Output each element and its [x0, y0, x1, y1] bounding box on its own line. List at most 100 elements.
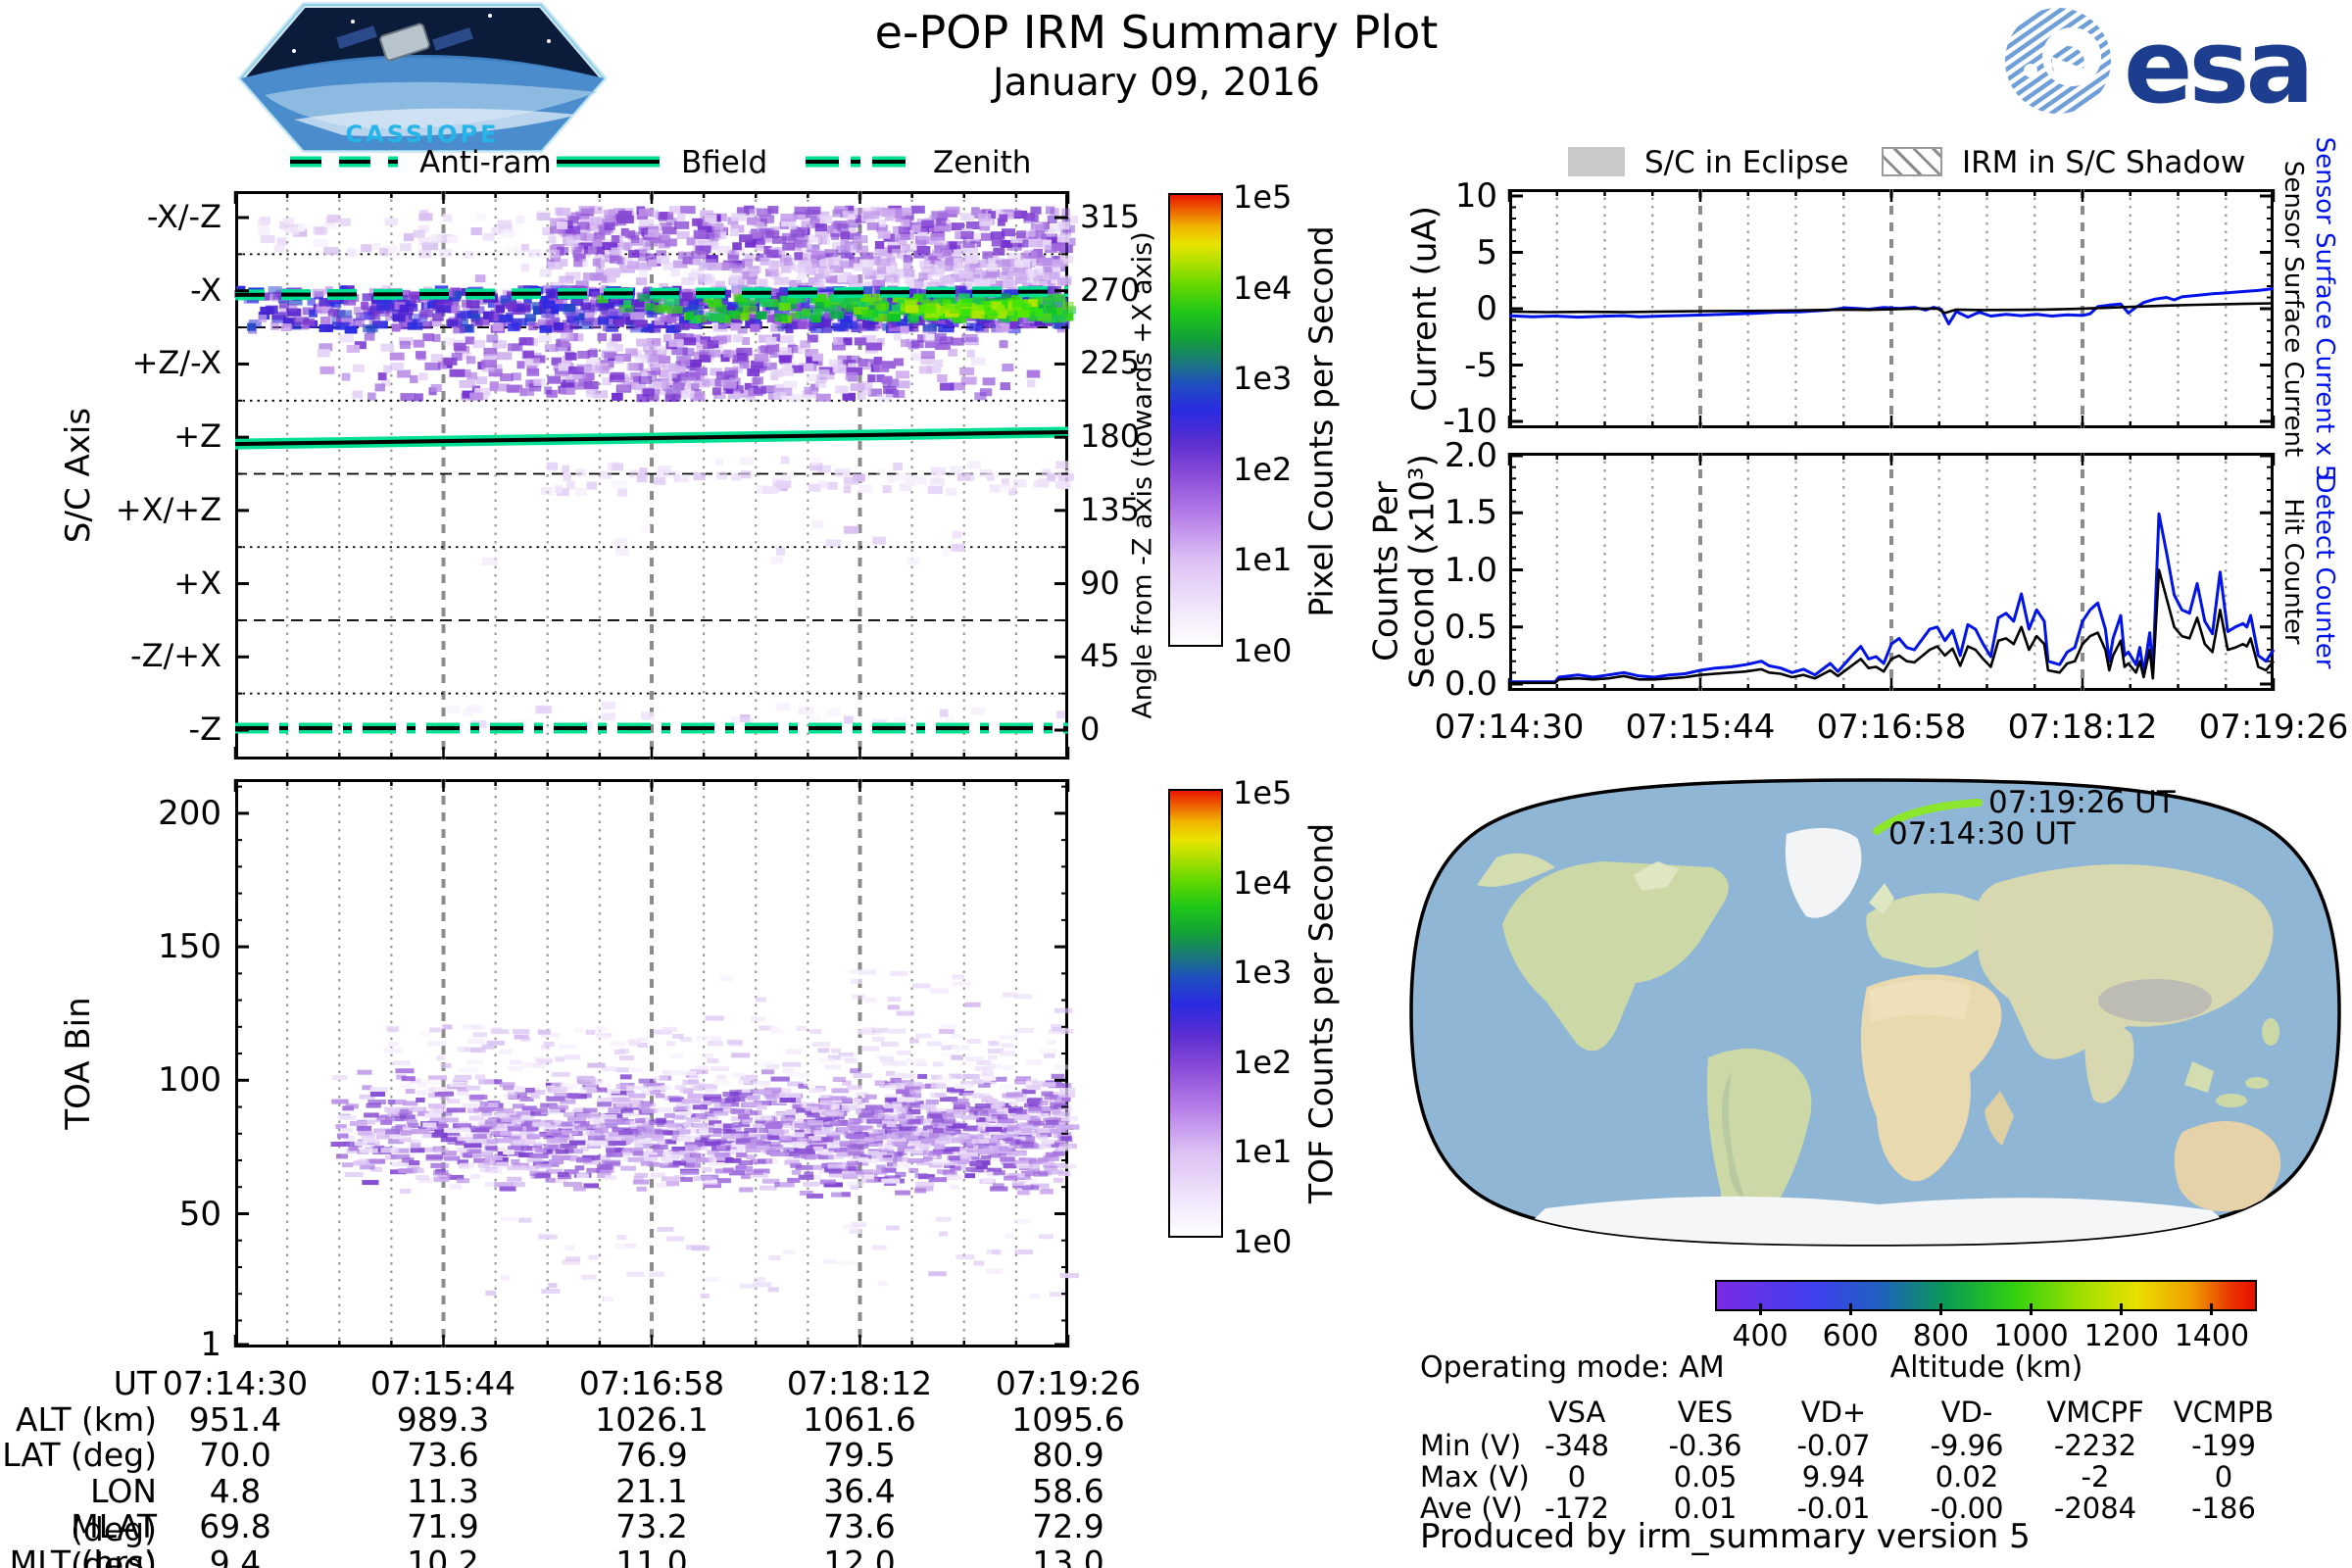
spec1-right-tick: 180 — [1080, 417, 1141, 456]
ephemeris-cell: 1026.1 — [595, 1399, 709, 1439]
esa-logo: esa — [2005, 7, 2315, 126]
spec2-ytick: 1 — [200, 1324, 221, 1364]
current-ytick: 0 — [1476, 289, 1497, 328]
spec1-right-tick: 90 — [1080, 564, 1120, 602]
spec1-right-tick: 315 — [1080, 198, 1141, 235]
ephemeris-cell: 1061.6 — [803, 1399, 916, 1439]
track-end-label: 07:19:26 UT — [1988, 785, 2177, 820]
pixel-colorbar-tick: 1e5 — [1233, 178, 1293, 216]
tof-colorbar-tick: 1e3 — [1233, 954, 1293, 992]
spec1-ytick: -X — [190, 270, 221, 309]
spec1-ytick: +Z/-X — [131, 344, 221, 382]
voltage-column-header: VMCPF — [2046, 1396, 2144, 1429]
shadow-hatch-swatch — [1882, 147, 1942, 176]
counts-ytick: 0.5 — [1444, 607, 1497, 647]
ephemeris-cell: 36.4 — [823, 1471, 896, 1510]
eclipse-label: S/C in Eclipse — [1644, 145, 1849, 180]
ephemeris-cell: 70.0 — [199, 1436, 271, 1474]
counts-right-label-blue: Detect Counter — [2310, 473, 2339, 669]
track-start-label: 07:14:30 UT — [1888, 816, 2077, 852]
voltage-cell: -9.96 — [1930, 1429, 2004, 1462]
pixel-colorbar-tick: 1e3 — [1233, 360, 1293, 398]
voltage-cell: -2084 — [2053, 1492, 2137, 1525]
voltage-cell: -0.36 — [1668, 1429, 1742, 1462]
spec1-right-tick: 45 — [1080, 637, 1120, 675]
ephemeris-cell: 73.2 — [615, 1507, 688, 1545]
altitude-tick-mark — [2210, 1303, 2214, 1315]
voltage-cell: 0 — [2214, 1460, 2233, 1494]
voltage-cell: 9.94 — [1801, 1460, 1866, 1494]
pixel-colorbar-tick: 1e4 — [1233, 269, 1293, 307]
voltage-cell: -2 — [2081, 1460, 2110, 1494]
voltage-cell: 0.05 — [1673, 1460, 1738, 1494]
counts-ytick: 0.0 — [1444, 664, 1497, 704]
current-right-label-black: Sensor Surface Current — [2278, 160, 2308, 458]
spec2-ytick: 100 — [158, 1060, 221, 1101]
altitude-tick: 1400 — [2174, 1319, 2250, 1353]
pixel-colorbar-tick: 1e2 — [1233, 450, 1293, 488]
counts-xtick: 07:19:26 — [2198, 708, 2349, 747]
ephemeris-cell: 69.8 — [199, 1507, 271, 1545]
voltage-cell: 0 — [1567, 1460, 1587, 1494]
current-plot-canvas — [1507, 189, 2276, 428]
ephemeris-cell: 72.9 — [1032, 1507, 1104, 1545]
voltage-column-header: VSA — [1547, 1396, 1606, 1429]
pixel-colorbar-tick: 1e1 — [1233, 541, 1293, 579]
current-right-label-blue: Sensor Surface Current x 5 — [2310, 136, 2339, 481]
counts-ytick: 1.0 — [1444, 550, 1497, 590]
ephemeris-cell: 58.6 — [1032, 1471, 1104, 1510]
produced-by: Produced by irm_summary version 5 — [1420, 1517, 2031, 1556]
altitude-tick-mark — [2030, 1303, 2034, 1315]
spec1-right-tick: 270 — [1080, 270, 1141, 309]
tof-colorbar-tick: 1e1 — [1233, 1133, 1293, 1171]
legend-anti-ram-label: Anti-ram — [419, 145, 552, 180]
spec1-right-tick: 135 — [1080, 490, 1141, 528]
voltage-column-header: VCMPB — [2173, 1396, 2275, 1429]
legend-bfield-label: Bfield — [681, 145, 768, 180]
pixel-colorbar — [1168, 193, 1223, 647]
spec1-ytick: +Z — [173, 417, 221, 456]
current-ytick: 5 — [1476, 232, 1497, 272]
ephemeris-cell: 07:18:12 — [786, 1364, 933, 1402]
ephemeris-cell: 12.0 — [823, 1543, 896, 1568]
spec2-ytick: 150 — [158, 927, 221, 967]
ephemeris-cell: 4.8 — [209, 1471, 262, 1510]
voltage-column-header: VES — [1677, 1396, 1734, 1429]
current-ytick: -5 — [1464, 345, 1497, 385]
tof-colorbar-tick: 1e4 — [1233, 863, 1293, 902]
spec1-ytick: -Z/+X — [130, 637, 221, 675]
pixel-colorbar-tick: 1e0 — [1233, 632, 1293, 669]
voltage-cell: -186 — [2191, 1492, 2256, 1525]
counts-plot-canvas — [1507, 453, 2276, 691]
ephemeris-cell: 951.4 — [188, 1399, 282, 1439]
ephemeris-cell: 79.5 — [823, 1436, 896, 1474]
counts-ytick: 1.5 — [1444, 493, 1497, 533]
cassiope-mission-badge: CASSIOPE — [237, 2, 608, 153]
ephemeris-cell: 11.0 — [615, 1543, 688, 1568]
ephemeris-cell: 73.6 — [823, 1507, 896, 1545]
counts-xtick: 07:15:44 — [1625, 708, 1776, 747]
voltage-cell: 0.02 — [1935, 1460, 1999, 1494]
voltage-cell: -199 — [2191, 1429, 2256, 1462]
counts-xtick: 07:18:12 — [2007, 708, 2158, 747]
spec1-right-tick: 0 — [1080, 710, 1101, 748]
pixel-colorbar-label: Pixel Counts per Second — [1301, 225, 1341, 617]
altitude-tick-mark — [1758, 1303, 1762, 1315]
spec2-ytick: 50 — [178, 1194, 221, 1234]
tof-colorbar-label: TOF Counts per Second — [1301, 822, 1341, 1204]
altitude-tick-mark — [1938, 1303, 1942, 1315]
ephemeris-cell: 07:15:44 — [369, 1364, 516, 1402]
ephemeris-cell: 07:16:58 — [578, 1364, 725, 1402]
spec1-ytick: +X — [173, 564, 221, 602]
tof-spectrogram-canvas — [233, 779, 1080, 1348]
ephemeris-cell: 21.1 — [615, 1471, 688, 1510]
ephemeris-cell: 1095.6 — [1011, 1399, 1125, 1439]
ephemeris-cell: 76.9 — [615, 1436, 688, 1474]
zenith-line-sample — [806, 156, 913, 168]
altitude-tick-mark — [1848, 1303, 1852, 1315]
badge-text: CASSIOPE — [346, 121, 500, 148]
ephemeris-cell: 10.2 — [407, 1543, 479, 1568]
legend-zenith-label: Zenith — [933, 145, 1032, 180]
ephemeris-cell: 11.3 — [407, 1471, 479, 1510]
ephemeris-cell: 07:14:30 — [162, 1364, 309, 1402]
